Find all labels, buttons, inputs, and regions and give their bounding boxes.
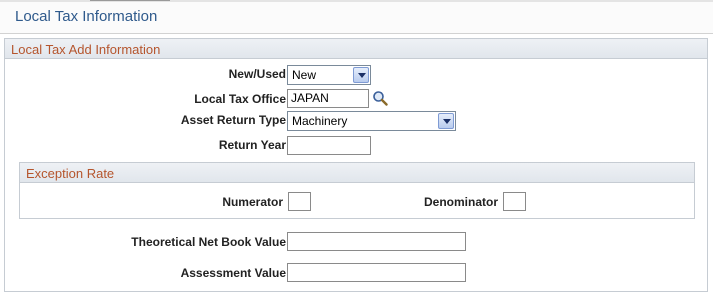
chevron-down-icon[interactable]: [353, 67, 369, 83]
asset-return-type-select[interactable]: Machinery: [287, 111, 456, 131]
lookup-icon[interactable]: [372, 90, 388, 106]
chevron-down-icon[interactable]: [438, 113, 454, 129]
page-header: Local Tax Information: [0, 0, 713, 34]
top-divider: [0, 0, 713, 2]
asset-return-type-label: Asset Return Type: [180, 113, 286, 127]
theoretical-nbv-input[interactable]: [287, 232, 466, 251]
local-tax-page: Local Tax Information Local Tax Add Info…: [0, 0, 713, 295]
denominator-label: Denominator: [423, 195, 498, 209]
return-year-input[interactable]: [287, 136, 371, 155]
page-title: Local Tax Information: [15, 8, 158, 25]
denominator-input[interactable]: [503, 192, 526, 211]
exception-rate-header: Exception Rate: [20, 163, 694, 183]
assessment-value-input[interactable]: [287, 263, 466, 282]
new-used-label: New/Used: [228, 67, 286, 81]
exception-rate-group: Exception Rate Numerator Denominator: [19, 162, 695, 219]
exception-rate-title: Exception Rate: [26, 166, 115, 181]
new-used-value: New: [292, 68, 317, 82]
theoretical-nbv-label: Theoretical Net Book Value: [131, 235, 286, 249]
group-title: Local Tax Add Information: [11, 42, 161, 57]
return-year-label: Return Year: [218, 138, 286, 152]
local-tax-office-input[interactable]: JAPAN: [287, 89, 369, 108]
local-tax-add-group: Local Tax Add Information New/Used New L…: [4, 38, 708, 292]
asset-return-type-value: Machinery: [292, 114, 348, 128]
numerator-label: Numerator: [222, 195, 283, 209]
group-header: Local Tax Add Information: [5, 39, 707, 59]
local-tax-office-label: Local Tax Office: [194, 92, 286, 106]
assessment-value-label: Assessment Value: [180, 266, 286, 280]
numerator-input[interactable]: [288, 192, 311, 211]
new-used-select[interactable]: New: [287, 65, 371, 85]
